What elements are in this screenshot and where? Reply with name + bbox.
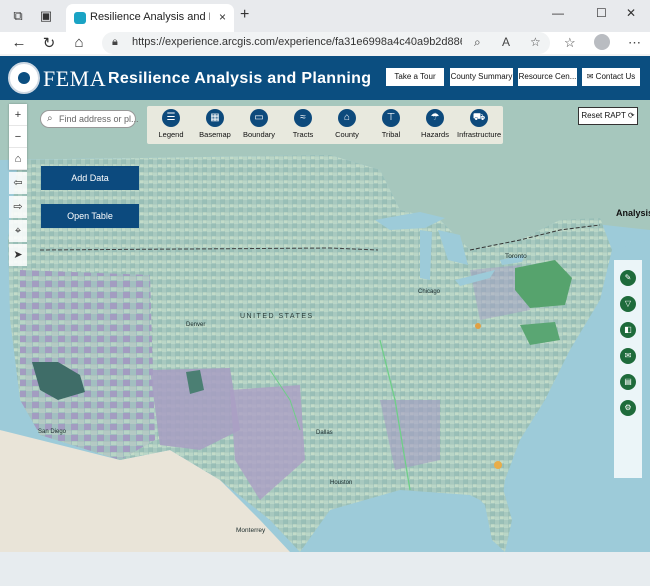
print-icon[interactable]: ▤ <box>620 374 636 390</box>
hazards-tool[interactable]: ☂ Hazards <box>413 109 457 143</box>
maximize-icon[interactable]: ☐ <box>596 6 607 20</box>
chicago-label: Chicago <box>418 289 441 295</box>
agency-logo-text: FEMA <box>43 66 107 91</box>
boundary-label: Boundary <box>242 130 276 139</box>
share-icon[interactable]: ⚙ <box>620 400 636 416</box>
tribal-icon: ⊤ <box>382 109 400 127</box>
tab-switcher-icon[interactable]: ▣ <box>38 8 54 24</box>
address-bar[interactable]: 🔒︎ https://experience.arcgis.com/experie… <box>102 32 550 54</box>
close-icon[interactable]: × <box>219 10 226 24</box>
contact-us-button[interactable]: ✉ Contact Us <box>582 68 640 86</box>
denver-label: Denver <box>186 322 205 328</box>
browser-window: ⧉ ▣ Resilience Analysis and Planning × +… <box>0 0 650 586</box>
favorite-icon[interactable]: ☆ <box>530 35 541 49</box>
address-row: ← ↻ ⌂ 🔒︎ https://experience.arcgis.com/e… <box>0 32 650 54</box>
zoom-icon[interactable]: ⌕ <box>474 35 481 50</box>
dallas-label: Dallas <box>316 430 333 436</box>
map-nav-controls: ⇦ ⇨ ⌖ ➤ <box>9 172 27 268</box>
dhs-seal-logo <box>8 62 40 94</box>
reset-rapt-label: Reset RAPT <box>581 111 626 120</box>
analysis-tools-panel: ✎ ▽ ◧ ✉ ▤ ⚙ <box>614 260 642 478</box>
refresh-icon: ⟳ <box>627 111 635 120</box>
toronto-label: Toronto <box>505 253 527 260</box>
basemap-tool[interactable]: ▦ Basemap <box>193 109 237 143</box>
united-states-label: UNITED STATES <box>240 313 314 320</box>
county-summary-button[interactable]: County Summary <box>450 68 513 86</box>
lock-icon[interactable]: 🔒︎ <box>112 36 118 49</box>
infrastructure-label: Infrastructure <box>457 130 502 139</box>
hazards-icon: ☂ <box>426 109 444 127</box>
browser-tab[interactable]: Resilience Analysis and Planning × <box>66 4 234 32</box>
address-search-input[interactable]: ⌕ Find address or pl... <box>40 110 139 128</box>
tracts-icon: ≈ <box>294 109 312 127</box>
boundary-icon: ▭ <box>250 109 268 127</box>
resource-center-button[interactable]: Resource Cen... <box>518 68 577 86</box>
tracts-label: Tracts <box>292 130 314 139</box>
infrastructure-icon: ⛟ <box>470 109 488 127</box>
arcgis-favicon-icon <box>74 12 86 24</box>
comment-icon[interactable]: ✉ <box>620 348 636 364</box>
county-tool[interactable]: ⌂ County <box>325 109 369 143</box>
add-data-button[interactable]: Add Data <box>41 166 139 190</box>
tab-bar: ⧉ ▣ Resilience Analysis and Planning × +… <box>0 0 650 32</box>
app-title: Resilience Analysis and Planning <box>108 70 372 87</box>
legend-icon: ☰ <box>162 109 180 127</box>
basemap-label: Basemap <box>199 130 231 139</box>
mail-icon: ✉ <box>586 72 596 81</box>
previous-extent-icon[interactable]: ⇦ <box>9 172 27 194</box>
tribal-tool[interactable]: ⊤ Tribal <box>369 109 413 143</box>
app-header: FEMA Resilience Analysis and Planning Ta… <box>0 56 650 100</box>
houston-label: Houston <box>330 480 352 486</box>
san-diego-label: San Diego <box>38 429 67 435</box>
monterrey-label: Monterrey <box>236 527 266 534</box>
collections-icon[interactable]: ☆ <box>564 35 576 51</box>
zoom-out-button[interactable]: − <box>9 126 27 148</box>
more-icon[interactable]: ⋯ <box>628 35 641 51</box>
county-label: County <box>335 130 359 139</box>
locate-icon[interactable]: ⌖ <box>9 220 27 242</box>
home-icon[interactable]: ⌂ <box>70 34 88 51</box>
compass-icon[interactable]: ➤ <box>9 244 27 266</box>
filter-icon[interactable]: ▽ <box>620 296 636 312</box>
new-tab-icon[interactable]: + <box>240 6 249 24</box>
analysis-panel-label[interactable]: Analysis <box>616 208 650 218</box>
tribal-label: Tribal <box>381 130 401 139</box>
boundary-tool[interactable]: ▭ Boundary <box>237 109 281 143</box>
legend-label: Legend <box>158 130 184 139</box>
select-icon[interactable]: ◧ <box>620 322 636 338</box>
measure-icon[interactable]: ✎ <box>620 270 636 286</box>
back-icon[interactable]: ← <box>10 34 28 51</box>
open-table-button[interactable]: Open Table <box>41 204 139 228</box>
home-extent-icon[interactable]: ⌂ <box>9 148 27 170</box>
basemap-icon: ▦ <box>206 109 224 127</box>
hazards-label: Hazards <box>421 130 449 139</box>
search-icon: ⌕ <box>47 113 53 124</box>
bottom-strip <box>0 552 650 586</box>
next-extent-icon[interactable]: ⇨ <box>9 196 27 218</box>
close-window-icon[interactable]: ✕ <box>626 6 636 20</box>
legend-tool[interactable]: ☰ Legend <box>149 109 193 143</box>
lake-michigan <box>420 230 432 280</box>
zoom-in-button[interactable]: + <box>9 104 27 126</box>
take-a-tour-button[interactable]: Take a Tour <box>386 68 444 86</box>
profile-icon[interactable] <box>594 34 610 50</box>
tab-actions-icon[interactable]: ⧉ <box>10 8 26 24</box>
reset-rapt-button[interactable]: Reset RAPT ⟳ <box>578 107 638 125</box>
url-text[interactable]: https://experience.arcgis.com/experience… <box>132 36 462 48</box>
county-icon: ⌂ <box>338 109 356 127</box>
refresh-icon[interactable]: ↻ <box>40 34 58 52</box>
read-aloud-icon[interactable]: A <box>502 35 510 49</box>
infrastructure-tool[interactable]: ⛟ Infrastructure <box>457 109 501 143</box>
contact-us-label: Contact Us <box>595 72 636 81</box>
map-view[interactable]: UNITED STATES Toronto Monterrey San Dieg… <box>0 100 650 552</box>
tracts-tool[interactable]: ≈ Tracts <box>281 109 325 143</box>
minimize-icon[interactable]: — <box>552 6 564 20</box>
zoom-controls: + − ⌂ <box>9 104 27 170</box>
map-toolbar: ☰ Legend ▦ Basemap ▭ Boundary ≈ Tracts ⌂ Coun… <box>147 106 503 144</box>
tab-title: Resilience Analysis and Planning <box>90 11 210 23</box>
search-placeholder: Find address or pl... <box>59 114 139 124</box>
